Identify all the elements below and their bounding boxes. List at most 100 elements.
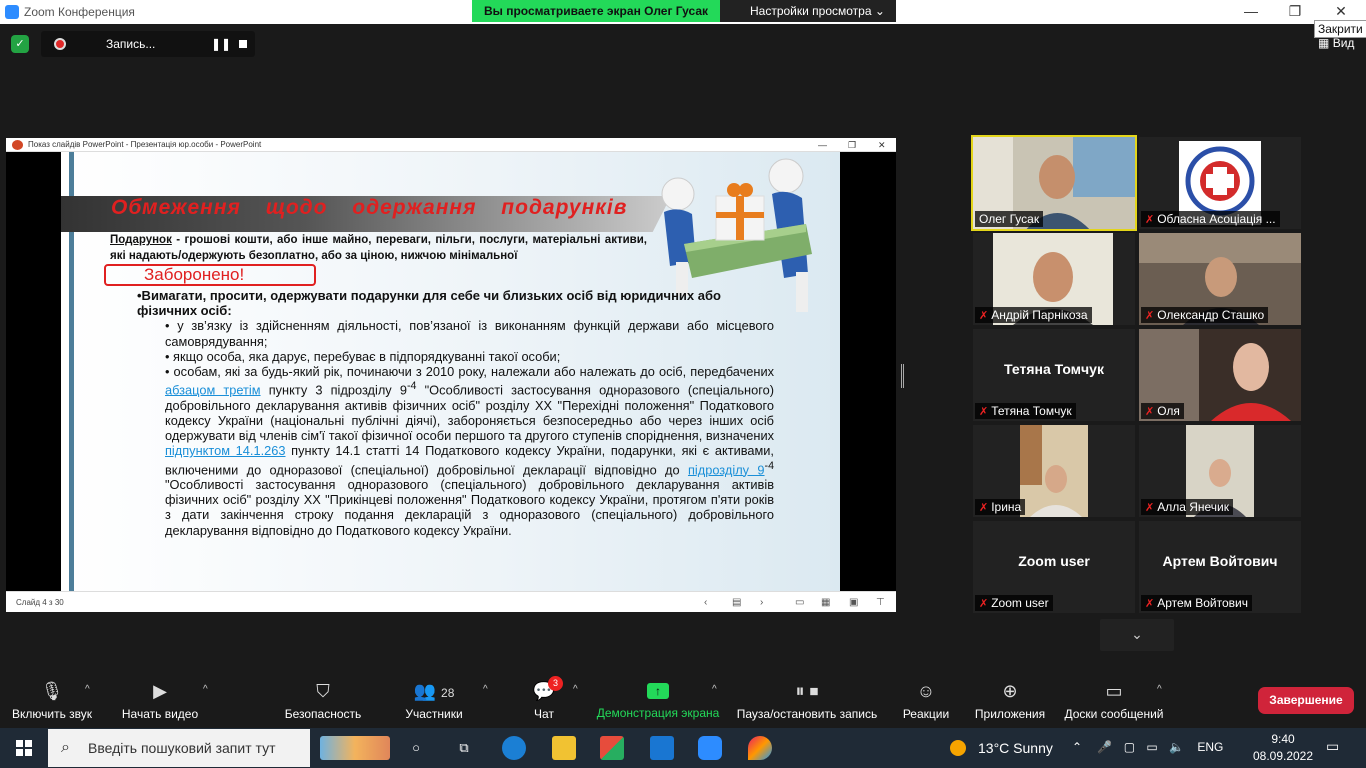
store-icon[interactable] xyxy=(600,736,624,760)
slide-menu-icon[interactable]: ▤ xyxy=(732,592,741,613)
slideshow-view-icon[interactable]: ⊤ xyxy=(876,592,885,613)
slide-body: •Вимагати, просити, одержувати подарунки… xyxy=(137,288,774,538)
bullet-3-part-b: пункту 3 підрозділу 9 xyxy=(260,382,407,398)
security-label: Безопасность xyxy=(284,707,362,721)
participant-name: ✗ Тетяна Томчук xyxy=(975,403,1076,419)
maximize-icon[interactable]: ❐ xyxy=(1272,0,1318,24)
participants-label: Участники xyxy=(405,707,463,721)
minimize-icon[interactable]: — xyxy=(1228,0,1274,24)
share-caret[interactable]: ^ xyxy=(712,684,717,695)
participants-button[interactable]: 👥 28 Участники xyxy=(400,672,468,721)
task-view-icon[interactable]: ⧉ xyxy=(452,736,476,760)
participant-tile[interactable]: ✗ Ірина xyxy=(973,425,1135,517)
network-icon[interactable]: ▢ xyxy=(1124,740,1135,754)
splitter-handle[interactable] xyxy=(901,364,904,388)
reading-view-icon[interactable]: ▣ xyxy=(849,592,858,613)
next-slide-icon[interactable]: › xyxy=(760,592,763,613)
end-meeting-button[interactable]: Завершение xyxy=(1258,687,1354,714)
participant-name-text: Олег Гусак xyxy=(979,212,1040,226)
taskbar-clock[interactable]: 9:40 08.09.2022 xyxy=(1252,731,1314,765)
pp-maximize-icon[interactable]: ❐ xyxy=(848,138,856,152)
volume-icon[interactable]: 🔈 xyxy=(1169,740,1184,754)
shared-screen: Показ слайдів PowerPoint - Презентація ю… xyxy=(6,138,896,612)
apps-button[interactable]: ⊕ Приложения xyxy=(972,672,1048,721)
gallery-next-page-button[interactable]: ⌄ xyxy=(1100,619,1174,651)
participant-tile[interactable]: Олег Гусак xyxy=(971,135,1137,231)
video-off-icon: ▶ xyxy=(153,681,167,701)
file-explorer-icon[interactable] xyxy=(552,736,576,760)
audio-options-caret[interactable]: ^ xyxy=(85,684,90,695)
windows-start-icon[interactable] xyxy=(16,740,32,756)
start-video-label: Начать видео xyxy=(121,707,199,721)
sun-icon xyxy=(950,740,966,756)
share-screen-label: Демонстрация экрана xyxy=(596,706,720,720)
share-screen-button[interactable]: ↑ Демонстрация экрана xyxy=(594,672,722,720)
language-indicator[interactable]: ENG xyxy=(1197,740,1223,754)
view-options-button[interactable]: Настройки просмотра ⌄ xyxy=(720,0,896,22)
tray-chevron-icon[interactable]: ⌃ xyxy=(1072,740,1082,754)
record-dot-icon xyxy=(54,38,66,50)
participants-caret[interactable]: ^ xyxy=(483,684,488,695)
search-placeholder: Введіть пошуковий запит тут xyxy=(88,740,276,756)
pause-recording-icon[interactable]: ❚❚ xyxy=(211,37,231,51)
search-icon: ⌕ xyxy=(61,739,70,756)
participant-name: Олег Гусак xyxy=(975,211,1044,227)
microphone-icon[interactable]: 🎤 xyxy=(1097,740,1112,754)
participant-tile[interactable]: Тетяна Томчук ✗ Тетяна Томчук xyxy=(973,329,1135,421)
participant-name-text: Zoom user xyxy=(991,596,1049,610)
zoom-taskbar-icon[interactable] xyxy=(698,736,722,760)
pp-minimize-icon[interactable]: — xyxy=(818,138,827,152)
participant-name: ✗ Оля xyxy=(1141,403,1184,419)
stop-recording-icon[interactable] xyxy=(239,40,247,48)
paint-app-icon[interactable] xyxy=(748,736,772,760)
participant-tile[interactable]: Zoom user ✗ Zoom user xyxy=(973,521,1135,613)
cortana-icon[interactable]: ○ xyxy=(404,736,428,760)
link-subsection[interactable]: підрозділу 9 xyxy=(688,462,765,477)
pp-close-icon[interactable]: ✕ xyxy=(878,138,886,152)
security-button[interactable]: ⛉ Безопасность xyxy=(280,672,366,721)
muted-mic-icon: ✗ xyxy=(1145,502,1155,514)
encryption-shield-icon[interactable]: ✓ xyxy=(11,35,29,53)
participant-tile[interactable]: ✗ Андрій Парнікоза xyxy=(973,233,1135,325)
weather-widget[interactable]: 13°C Sunny xyxy=(950,740,1053,756)
participant-tile[interactable]: ✗ Обласна Асоціація ... xyxy=(1139,137,1301,229)
clock-time: 9:40 xyxy=(1271,732,1295,746)
pause-stop-recording-button[interactable]: ⏸ ⏹ Пауза/остановить запись xyxy=(734,672,880,721)
participant-tile[interactable]: ✗ Алла Янечик xyxy=(1139,425,1301,517)
sorter-view-icon[interactable]: ▦ xyxy=(821,592,830,613)
participant-name-text: Андрій Парнікоза xyxy=(991,308,1088,322)
participants-icon: 👥 28 xyxy=(413,681,455,701)
taskbar-search-box[interactable]: ⌕ Введіть пошуковий запит тут xyxy=(48,729,310,767)
reactions-button[interactable]: ☺ Реакции xyxy=(900,672,952,721)
edge-icon[interactable] xyxy=(502,736,526,760)
search-highlight-image[interactable] xyxy=(320,736,390,760)
start-video-button[interactable]: ▶ Начать видео xyxy=(116,672,204,721)
view-button[interactable]: ▦ Вид xyxy=(1318,36,1354,50)
unmute-button[interactable]: 🎙 Включить звук xyxy=(6,672,98,721)
whiteboards-caret[interactable]: ^ xyxy=(1157,684,1162,695)
normal-view-icon[interactable]: ▭ xyxy=(795,592,804,613)
powerpoint-title-bar: Показ слайдів PowerPoint - Презентація ю… xyxy=(6,138,896,152)
weather-condition: Sunny xyxy=(1013,740,1053,756)
link-subparagraph[interactable]: підпунктом 14.1.263 xyxy=(165,443,286,458)
battery-icon[interactable]: ▭ xyxy=(1146,740,1157,754)
muted-mic-icon: ✗ xyxy=(979,310,989,322)
recording-label: Запись... xyxy=(106,37,156,51)
participant-tile[interactable]: ✗ Оля xyxy=(1139,329,1301,421)
participant-tile[interactable]: ✗ Олександр Сташко xyxy=(1139,233,1301,325)
notification-icon[interactable]: ▭ xyxy=(1326,738,1339,755)
bullet-3: • особам, які за будь-який рік, починаюч… xyxy=(137,364,774,538)
chat-caret[interactable]: ^ xyxy=(573,684,578,695)
mail-icon[interactable] xyxy=(650,736,674,760)
slide-title: Обмеження щодо одержання подарунків xyxy=(111,196,628,219)
whiteboards-button[interactable]: ▭ Доски сообщений xyxy=(1060,672,1168,721)
video-options-caret[interactable]: ^ xyxy=(203,684,208,695)
prev-slide-icon[interactable]: ‹ xyxy=(704,592,707,613)
participant-name-large: Артем Войтович xyxy=(1162,553,1278,569)
whiteboards-label: Доски сообщений xyxy=(1064,707,1164,721)
link-paragraph-three[interactable]: абзацом третім xyxy=(165,382,261,397)
muted-mic-icon: ✗ xyxy=(979,406,989,418)
participant-name-text: Тетяна Томчук xyxy=(991,404,1072,418)
participant-tile[interactable]: Артем Войтович ✗ Артем Войтович xyxy=(1139,521,1301,613)
participant-name: ✗ Артем Войтович xyxy=(1141,595,1252,611)
